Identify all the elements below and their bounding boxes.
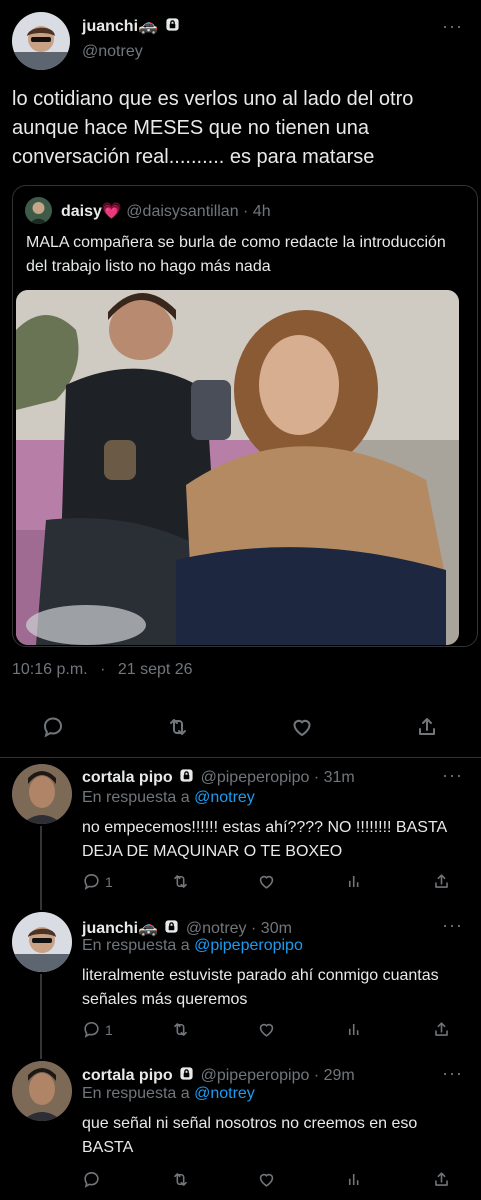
- reply-label: En respuesta a: [82, 789, 190, 806]
- lock-icon: [179, 1066, 194, 1081]
- heart-icon[interactable]: [257, 872, 276, 891]
- author-avatar[interactable]: [12, 12, 70, 70]
- reply-context: En respuesta a @notrey: [82, 1085, 255, 1103]
- reply-icon: [82, 872, 101, 891]
- quote-time: 4h: [252, 203, 271, 220]
- reply-author-name[interactable]: juanchi🚓: [82, 920, 158, 937]
- reply-author-avatar[interactable]: [12, 764, 72, 824]
- more-icon[interactable]: ···: [442, 1063, 463, 1084]
- separator-dot: ·: [251, 920, 257, 937]
- separator-dot: ·: [100, 661, 106, 678]
- tweet-actions: [0, 705, 481, 751]
- reply-context: En respuesta a @pipeperopipo: [82, 937, 303, 955]
- quote-text: MALA compañera se burla de como redacte …: [26, 234, 446, 275]
- tweet-timestamp[interactable]: 10:16 p.m. · 21 sept 26: [12, 661, 193, 679]
- author-name[interactable]: juanchi🚓: [82, 18, 158, 35]
- share-icon[interactable]: [432, 1170, 451, 1189]
- share-icon[interactable]: [432, 872, 451, 891]
- tweet-date[interactable]: 21 sept 26: [118, 661, 193, 678]
- reply-actions: 1: [0, 872, 481, 896]
- reply-author-handle[interactable]: @notrey: [186, 920, 247, 937]
- reply-actions: 1: [0, 1020, 481, 1044]
- reply-button[interactable]: 1: [82, 1020, 113, 1039]
- heart-icon[interactable]: [257, 1020, 276, 1039]
- tweet-text: lo cotidiano que es verlos uno al lado d…: [12, 88, 414, 168]
- quote-author-name: daisy💗: [61, 203, 122, 220]
- retweet-icon[interactable]: [171, 1020, 190, 1039]
- reply-to-link[interactable]: @notrey: [194, 1085, 255, 1102]
- reply-button[interactable]: 1: [82, 872, 113, 891]
- reply-time[interactable]: 31m: [324, 769, 355, 786]
- reply-label: En respuesta a: [82, 937, 190, 954]
- separator-dot: ·: [313, 1067, 320, 1084]
- reply-author-avatar[interactable]: [12, 912, 72, 972]
- main-tweet[interactable]: juanchi🚓 @notrey ··· lo cotidiano que es…: [0, 0, 481, 758]
- lock-icon: [165, 17, 180, 32]
- reply-count: 1: [105, 1021, 113, 1038]
- share-icon[interactable]: [415, 715, 439, 739]
- reply-count: 1: [105, 873, 113, 890]
- quote-photo[interactable]: [16, 290, 459, 645]
- reply-header: cortala pipo @pipeperopipo · 31m: [82, 768, 355, 787]
- reply-context: En respuesta a @notrey: [82, 789, 255, 807]
- separator-dot: ·: [313, 769, 320, 786]
- quote-author-avatar: [25, 197, 52, 224]
- author-name-row[interactable]: juanchi🚓: [82, 16, 180, 36]
- views-icon[interactable]: [345, 1170, 364, 1189]
- heart-icon[interactable]: [257, 1170, 276, 1189]
- author-handle[interactable]: @notrey: [82, 43, 143, 61]
- reply-button[interactable]: [82, 1170, 101, 1189]
- reply-text: no empecemos!!!!!! estas ahí???? NO !!!!…: [82, 819, 447, 860]
- quote-header: daisy💗 @daisysantillan · 4h: [61, 201, 271, 221]
- lock-icon: [179, 768, 194, 783]
- views-icon[interactable]: [345, 1020, 364, 1039]
- quoted-tweet[interactable]: daisy💗 @daisysantillan · 4h MALA compañe…: [12, 185, 478, 647]
- reply-icon: [82, 1020, 101, 1039]
- reply-author-name[interactable]: cortala pipo: [82, 769, 173, 786]
- reply-label: En respuesta a: [82, 1085, 190, 1102]
- reply-icon: [82, 1170, 101, 1189]
- reply-time[interactable]: 29m: [324, 1067, 355, 1084]
- separator-dot: ·: [243, 203, 249, 220]
- share-icon[interactable]: [432, 1020, 451, 1039]
- reply-time[interactable]: 30m: [261, 920, 292, 937]
- heart-icon[interactable]: [290, 715, 314, 739]
- quote-author-handle: @daisysantillan: [126, 203, 239, 220]
- reply-to-link[interactable]: @pipeperopipo: [194, 937, 303, 954]
- more-icon[interactable]: ···: [442, 765, 463, 786]
- lock-icon: [164, 919, 179, 934]
- reply-actions: [0, 1170, 481, 1194]
- reply-header: cortala pipo @pipeperopipo · 29m: [82, 1066, 355, 1085]
- reply-header: juanchi🚓 @notrey · 30m: [82, 918, 292, 938]
- tweet-time[interactable]: 10:16 p.m.: [12, 661, 88, 678]
- reply-text: literalmente estuviste parado ahí conmig…: [82, 967, 439, 1008]
- reply-tweet[interactable]: juanchi🚓 @notrey · 30m ··· En respuesta …: [0, 908, 481, 1056]
- reply-text: que señal ni señal nosotros no creemos e…: [82, 1115, 418, 1156]
- reply-author-handle[interactable]: @pipeperopipo: [201, 1067, 310, 1084]
- reply-author-handle[interactable]: @pipeperopipo: [201, 769, 310, 786]
- reply-tweet[interactable]: cortala pipo @pipeperopipo · 31m ··· En …: [0, 758, 481, 908]
- reply-tweet[interactable]: cortala pipo @pipeperopipo · 29m ··· En …: [0, 1056, 481, 1200]
- more-icon[interactable]: ···: [442, 16, 463, 37]
- reply-author-avatar[interactable]: [12, 1061, 72, 1121]
- retweet-icon[interactable]: [171, 872, 190, 891]
- reply-author-name[interactable]: cortala pipo: [82, 1067, 173, 1084]
- views-icon[interactable]: [345, 872, 364, 891]
- reply-icon[interactable]: [41, 715, 65, 739]
- reply-to-link[interactable]: @notrey: [194, 789, 255, 806]
- retweet-icon[interactable]: [171, 1170, 190, 1189]
- more-icon[interactable]: ···: [442, 915, 463, 936]
- retweet-icon[interactable]: [166, 715, 190, 739]
